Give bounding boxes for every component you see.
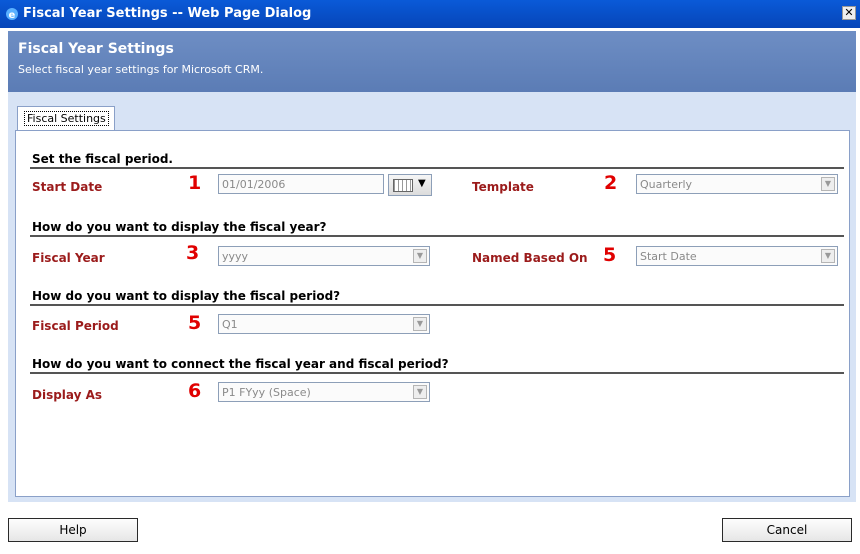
dialog-subtitle: Select fiscal year settings for Microsof…	[18, 63, 264, 76]
start-date-label: Start Date	[32, 180, 103, 194]
tab-fiscal-settings[interactable]: Fiscal Settings	[17, 106, 115, 130]
fiscal-period-value: Q1	[222, 318, 238, 331]
fiscal-year-select[interactable]: yyyy ▼	[218, 246, 430, 266]
dropdown-arrow-icon: ▼	[413, 317, 427, 331]
calendar-picker-button[interactable]: ▼	[388, 174, 432, 196]
svg-text:e: e	[9, 10, 16, 21]
section-heading-period: Set the fiscal period.	[32, 152, 173, 166]
section-divider	[30, 167, 844, 169]
fiscal-period-select[interactable]: Q1 ▼	[218, 314, 430, 334]
internet-explorer-icon: e	[6, 8, 18, 21]
tab-label: Fiscal Settings	[24, 111, 109, 126]
close-icon[interactable]: ✕	[842, 6, 856, 20]
named-based-on-select[interactable]: Start Date ▼	[636, 246, 838, 266]
dialog-title: Fiscal Year Settings	[18, 41, 174, 57]
dropdown-arrow-icon: ▼	[821, 177, 835, 191]
named-based-on-label: Named Based On	[472, 251, 588, 265]
callout-number: 3	[186, 242, 200, 264]
fiscal-period-label: Fiscal Period	[32, 319, 119, 333]
callout-number: 5	[603, 244, 617, 266]
fiscal-year-label: Fiscal Year	[32, 251, 105, 265]
fiscal-year-value: yyyy	[222, 250, 249, 263]
section-divider	[30, 372, 844, 374]
cancel-button[interactable]: Cancel	[722, 518, 852, 542]
section-divider	[30, 235, 844, 237]
start-date-input[interactable]: 01/01/2006	[218, 174, 384, 194]
dialog-header: Fiscal Year Settings Select fiscal year …	[8, 31, 856, 92]
title-bar: e Fiscal Year Settings -- Web Page Dialo…	[0, 0, 860, 28]
callout-number: 2	[604, 172, 618, 194]
dropdown-arrow-icon: ▼	[413, 249, 427, 263]
display-as-value: P1 FYyy (Space)	[222, 386, 311, 399]
callout-number: 1	[188, 172, 202, 194]
section-heading-period-display: How do you want to display the fiscal pe…	[32, 289, 341, 303]
callout-number: 6	[188, 380, 202, 402]
chevron-down-icon: ▼	[418, 178, 426, 189]
section-heading-connect: How do you want to connect the fiscal ye…	[32, 357, 449, 371]
window-title: Fiscal Year Settings -- Web Page Dialog	[23, 6, 312, 21]
calendar-icon	[393, 179, 413, 192]
display-as-select[interactable]: P1 FYyy (Space) ▼	[218, 382, 430, 402]
section-divider	[30, 304, 844, 306]
template-label: Template	[472, 180, 534, 194]
named-based-on-value: Start Date	[640, 250, 697, 263]
section-heading-year-display: How do you want to display the fiscal ye…	[32, 220, 327, 234]
dropdown-arrow-icon: ▼	[413, 385, 427, 399]
display-as-label: Display As	[32, 388, 103, 402]
help-button[interactable]: Help	[8, 518, 138, 542]
template-select[interactable]: Quarterly ▼	[636, 174, 838, 194]
template-value: Quarterly	[640, 178, 693, 191]
callout-number: 5	[188, 312, 202, 334]
dropdown-arrow-icon: ▼	[821, 249, 835, 263]
